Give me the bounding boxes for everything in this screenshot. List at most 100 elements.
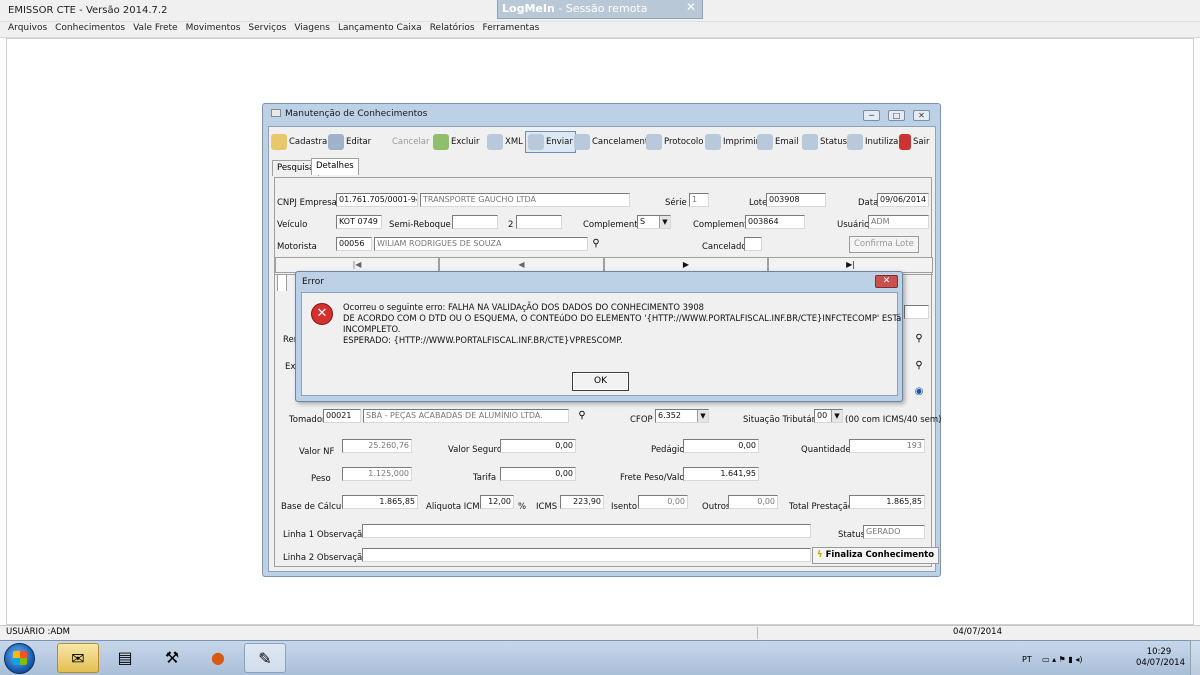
partial-field[interactable] [904, 305, 929, 319]
menu-servicos[interactable]: Serviços [244, 22, 290, 37]
menu-vale-frete[interactable]: Vale Frete [129, 22, 182, 37]
dialog-close-button[interactable]: ✕ [875, 275, 898, 288]
tools-icon[interactable]: ⚒ [151, 643, 193, 673]
inutilizar-button[interactable]: Inutilizar [845, 131, 904, 153]
menu-conhecimentos[interactable]: Conhecimentos [51, 22, 129, 37]
xml-button[interactable]: XML [485, 131, 525, 153]
valor-nf-field[interactable]: 25.260,76 [342, 439, 412, 453]
finaliza-conhecimento-button[interactable]: ϟ Finaliza Conhecimento [812, 547, 940, 564]
globe-icon[interactable]: ◉ [912, 386, 926, 398]
minimize-button[interactable]: ─ [863, 110, 880, 121]
ok-button[interactable]: OK [572, 372, 629, 391]
protocolo-button[interactable]: Protocolo [644, 131, 705, 153]
pedagio-field[interactable]: 0,00 [683, 439, 759, 453]
tray-language[interactable]: PT [1022, 655, 1032, 664]
explorer-icon[interactable]: ▤ [104, 643, 146, 673]
obs1-field[interactable] [362, 524, 811, 538]
lote-field[interactable]: 003908 [766, 193, 826, 207]
child-window-title: Manutenção de Conhecimentos [271, 109, 427, 119]
enviar-button[interactable]: Enviar [525, 131, 576, 153]
tab-detalhes[interactable]: Detalhes [311, 158, 359, 175]
status-bar [0, 625, 1200, 640]
semireboque2-label: 2 [508, 220, 514, 230]
valor-seguro-field[interactable]: 0,00 [500, 439, 576, 453]
frete-peso-field[interactable]: 1.641,95 [683, 467, 759, 481]
app-icon[interactable]: ✎ [244, 643, 286, 673]
search-binoculars-icon[interactable]: ⚲ [589, 238, 603, 250]
peso-field[interactable]: 1.125,000 [342, 467, 412, 481]
show-desktop-button[interactable] [1190, 640, 1200, 675]
semireboque1-field[interactable] [452, 215, 498, 229]
remote-close-icon[interactable]: ✕ [686, 0, 696, 14]
data-field[interactable]: 09/06/2014 [877, 193, 929, 207]
cfop-select[interactable]: 6.352 ▼ [655, 409, 709, 423]
menu-viagens[interactable]: Viagens [290, 22, 334, 37]
binoculars-icon[interactable]: ⚲ [912, 360, 926, 372]
menu-ferramentas[interactable]: Ferramentas [479, 22, 544, 37]
confirma-lote-button[interactable]: Confirma Lote [849, 236, 919, 253]
quantidade-field[interactable]: 193 [849, 439, 925, 453]
cnpj-field[interactable]: 01.761.705/0001-94 [336, 193, 418, 207]
data-label: Data [858, 198, 879, 208]
close-window-button[interactable]: ✕ [913, 110, 930, 121]
semireboque2-field[interactable] [516, 215, 562, 229]
start-button[interactable] [4, 643, 35, 674]
total-field[interactable]: 1.865,85 [849, 495, 925, 509]
motorista-label: Motorista [277, 242, 317, 252]
cancelado-checkbox[interactable] [744, 237, 762, 251]
chevron-down-icon: ▼ [697, 410, 708, 422]
cancelado-label: Cancelado [702, 242, 747, 252]
tarifa-field[interactable]: 0,00 [500, 467, 576, 481]
firefox-icon[interactable]: ● [197, 643, 239, 673]
cancelar-button[interactable]: Cancelar [390, 131, 432, 153]
tray-icons[interactable]: ▭ ▴ ⚑ ▮ ◂) [1042, 655, 1082, 664]
status-date: 04/07/2014 [953, 627, 1002, 637]
status-button[interactable]: Status [800, 131, 849, 153]
tray-clock[interactable]: 10:29 04/07/2014 [1136, 647, 1185, 669]
complemento-field[interactable]: 003864 [745, 215, 805, 229]
imprimir-button[interactable]: Imprimir [703, 131, 761, 153]
cancelamento-button[interactable]: Cancelamento [572, 131, 655, 153]
protocolo-icon [646, 134, 662, 150]
excluir-button[interactable]: Excluir [431, 131, 482, 153]
logmein-brand: LogMeIn [502, 2, 555, 15]
sit-trib-select[interactable]: 00 ▼ [814, 409, 843, 423]
usuario-field[interactable]: ADM [868, 215, 929, 229]
status-field[interactable]: GERADO [863, 525, 925, 539]
complementar-select[interactable]: S ▼ [637, 215, 671, 229]
base-calculo-field[interactable]: 1.865,85 [342, 495, 418, 509]
error-dialog: Error ✕ ✕ Ocorreu o seguinte erro: FALHA… [295, 271, 903, 402]
motorista-code-field[interactable]: 00056 [336, 237, 372, 251]
lightning-icon: ϟ [817, 550, 823, 560]
pedagio-label: Pedágio [651, 445, 685, 455]
sit-trib-label: Situação Tributária [743, 415, 823, 425]
menu-lancamento-caixa[interactable]: Lançamento Caixa [334, 22, 426, 37]
sair-button[interactable]: Sair [897, 131, 931, 153]
serie-field[interactable]: 1 [689, 193, 709, 207]
tomador-name-field[interactable]: SBA - PEÇAS ACABADAS DE ALUMÍNIO LTDA. [363, 409, 569, 423]
menu-movimentos[interactable]: Movimentos [182, 22, 245, 37]
veiculo-field[interactable]: KOT 0749 [336, 215, 382, 229]
binoculars-icon[interactable]: ⚲ [575, 410, 589, 422]
empresa-field[interactable]: TRANSPORTE GAUCHO LTDA [420, 193, 630, 207]
folder-icon[interactable]: ✉ [57, 643, 99, 673]
menu-relatorios[interactable]: Relatórios [426, 22, 479, 37]
tomador-code-field[interactable]: 00021 [323, 409, 361, 423]
cadastrar-button[interactable]: Cadastrar [269, 131, 333, 153]
tab-con[interactable] [277, 274, 287, 291]
isento-field[interactable]: 0,00 [638, 495, 688, 509]
tomador-label: Tomador [289, 415, 326, 425]
email-button[interactable]: Email [755, 131, 801, 153]
editar-button[interactable]: Editar [326, 131, 373, 153]
error-message-line-2: DE ACORDO COM O DTD OU O ESQUEMA, O CONT… [343, 313, 902, 323]
maximize-button[interactable]: □ [888, 110, 905, 121]
menu-arquivos[interactable]: Arquivos [4, 22, 51, 37]
obs2-field[interactable] [362, 548, 811, 562]
status-user: USUÁRIO :ADM [6, 627, 71, 637]
outros-field[interactable]: 0,00 [728, 495, 778, 509]
motorista-name-field[interactable]: WILIAM RODRIGUES DE SOUZA [374, 237, 588, 251]
icms-field[interactable]: 223,90 [560, 495, 604, 509]
aliquota-field[interactable]: 12,00 [480, 495, 514, 509]
serie-label: Série [665, 198, 687, 208]
binoculars-icon[interactable]: ⚲ [912, 333, 926, 345]
